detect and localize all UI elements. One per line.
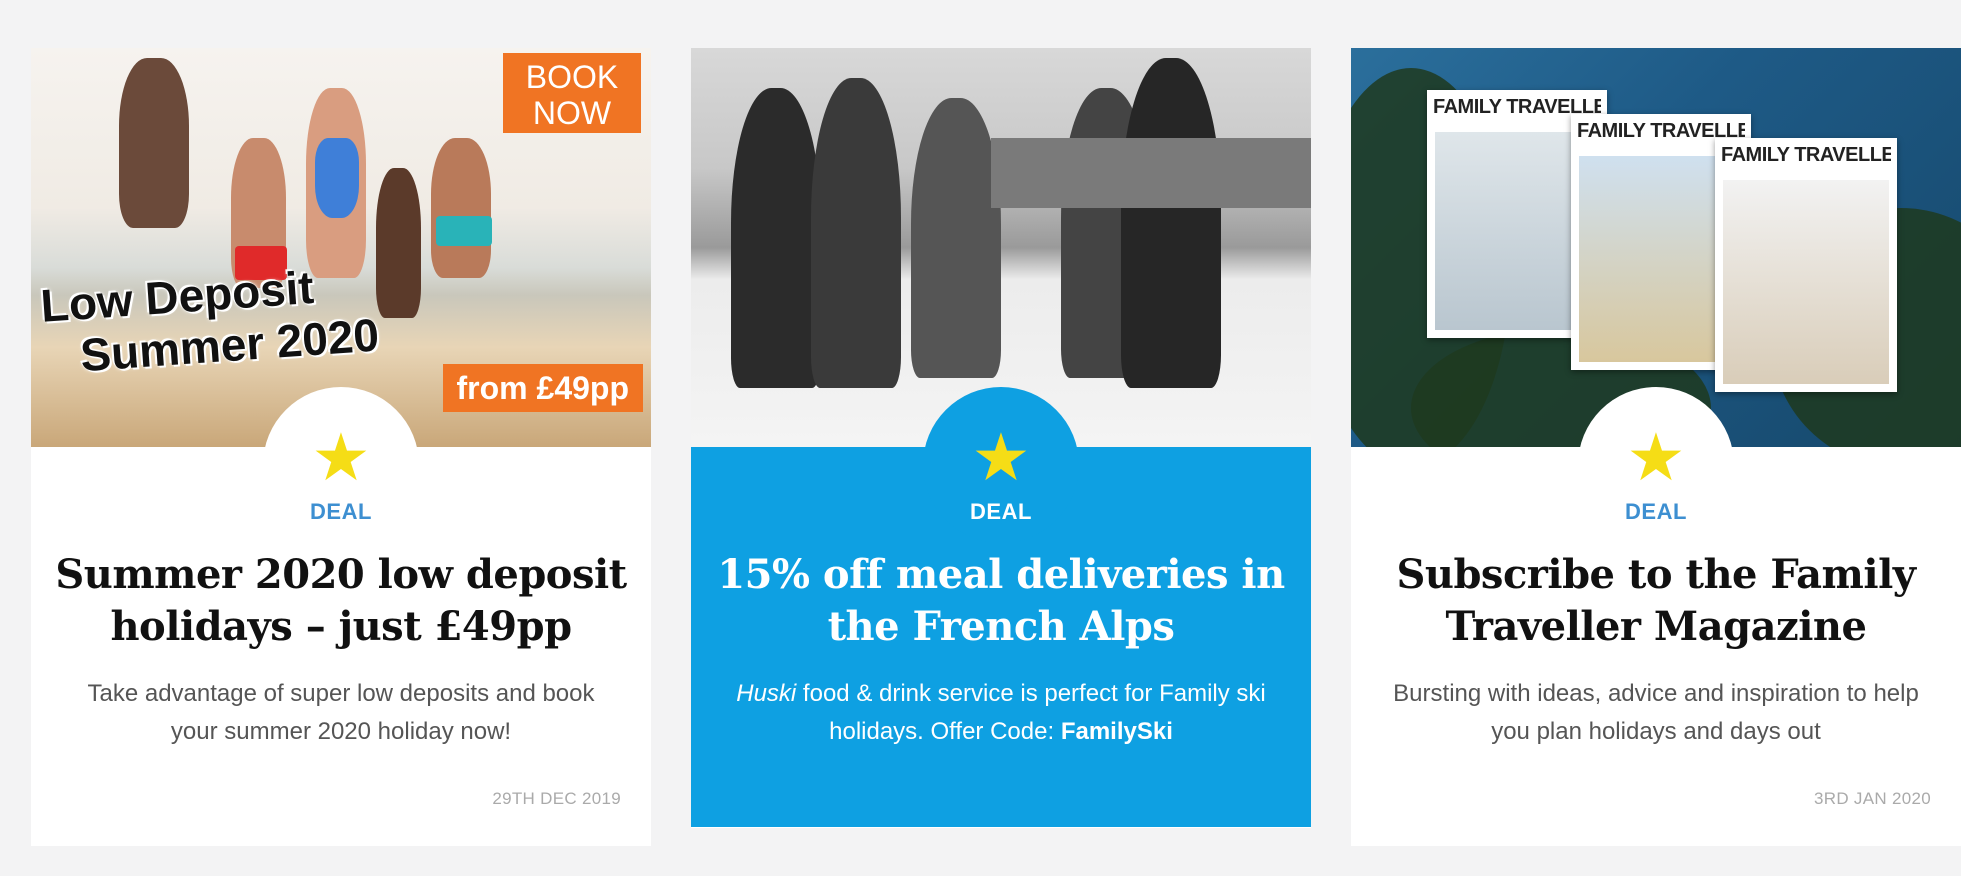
book-now-line1: BOOK [525, 59, 619, 95]
price-label: from £49pp [442, 364, 643, 412]
swimsuit [315, 138, 359, 218]
skier-figure [811, 78, 901, 388]
deal-tag: DEAL [970, 499, 1032, 524]
star-icon: ★ [311, 419, 371, 496]
card-body: ★ DEAL Summer 2020 low deposit holidays … [31, 387, 651, 846]
card-body: ★ DEAL 15% off meal deliveries in the Fr… [691, 387, 1311, 827]
star-icon: ★ [971, 419, 1031, 496]
skier-figure [1121, 58, 1221, 388]
skier-figure [911, 98, 1001, 378]
deal-tag: DEAL [1625, 499, 1687, 524]
card-title[interactable]: 15% off meal deliveries in the French Al… [711, 549, 1291, 653]
star-icon: ★ [1626, 419, 1686, 496]
deal-card-magazine[interactable]: FAMILY TRAVELLER FAMILY TRAVELLER FAMILY… [1351, 48, 1961, 846]
deal-card-french-alps[interactable]: ★ DEAL 15% off meal deliveries in the Fr… [691, 48, 1311, 828]
skier-figure [731, 88, 821, 388]
child-figure [376, 168, 421, 318]
card-title[interactable]: Summer 2020 low deposit holidays – just … [51, 549, 631, 653]
book-now-line2: NOW [532, 95, 612, 131]
card-description: Bursting with ideas, advice and inspirat… [1393, 680, 1919, 745]
offer-code: FamilySki [1060, 718, 1173, 745]
book-now-label: BOOK NOW [503, 53, 641, 133]
child-figure [119, 58, 189, 228]
card-date: 3RD JAN 2020 [1814, 789, 1931, 808]
card-description: Take advantage of super low deposits and… [87, 680, 595, 745]
card-date: 29TH DEC 2019 [492, 789, 621, 808]
card-title[interactable]: Subscribe to the Family Traveller Magazi… [1371, 549, 1941, 653]
ski-lodge [991, 138, 1311, 208]
magazine-cover: FAMILY TRAVELLER [1715, 138, 1897, 392]
swim-shorts [436, 216, 492, 246]
magazine-title: FAMILY TRAVELLER [1721, 144, 1891, 166]
deal-tag: DEAL [310, 499, 372, 524]
card-description: Huski food & drink service is perfect fo… [721, 675, 1281, 751]
child-figure [431, 138, 491, 278]
magazine-photo [1723, 180, 1889, 384]
description-text: food & drink service is perfect for Fami… [796, 680, 1266, 745]
brand-name: Huski [736, 680, 797, 707]
card-body: ★ DEAL Subscribe to the Family Traveller… [1351, 387, 1961, 846]
deal-card-summer-2020[interactable]: BOOK NOW Low Deposit Summer 2020 from £4… [31, 48, 651, 846]
